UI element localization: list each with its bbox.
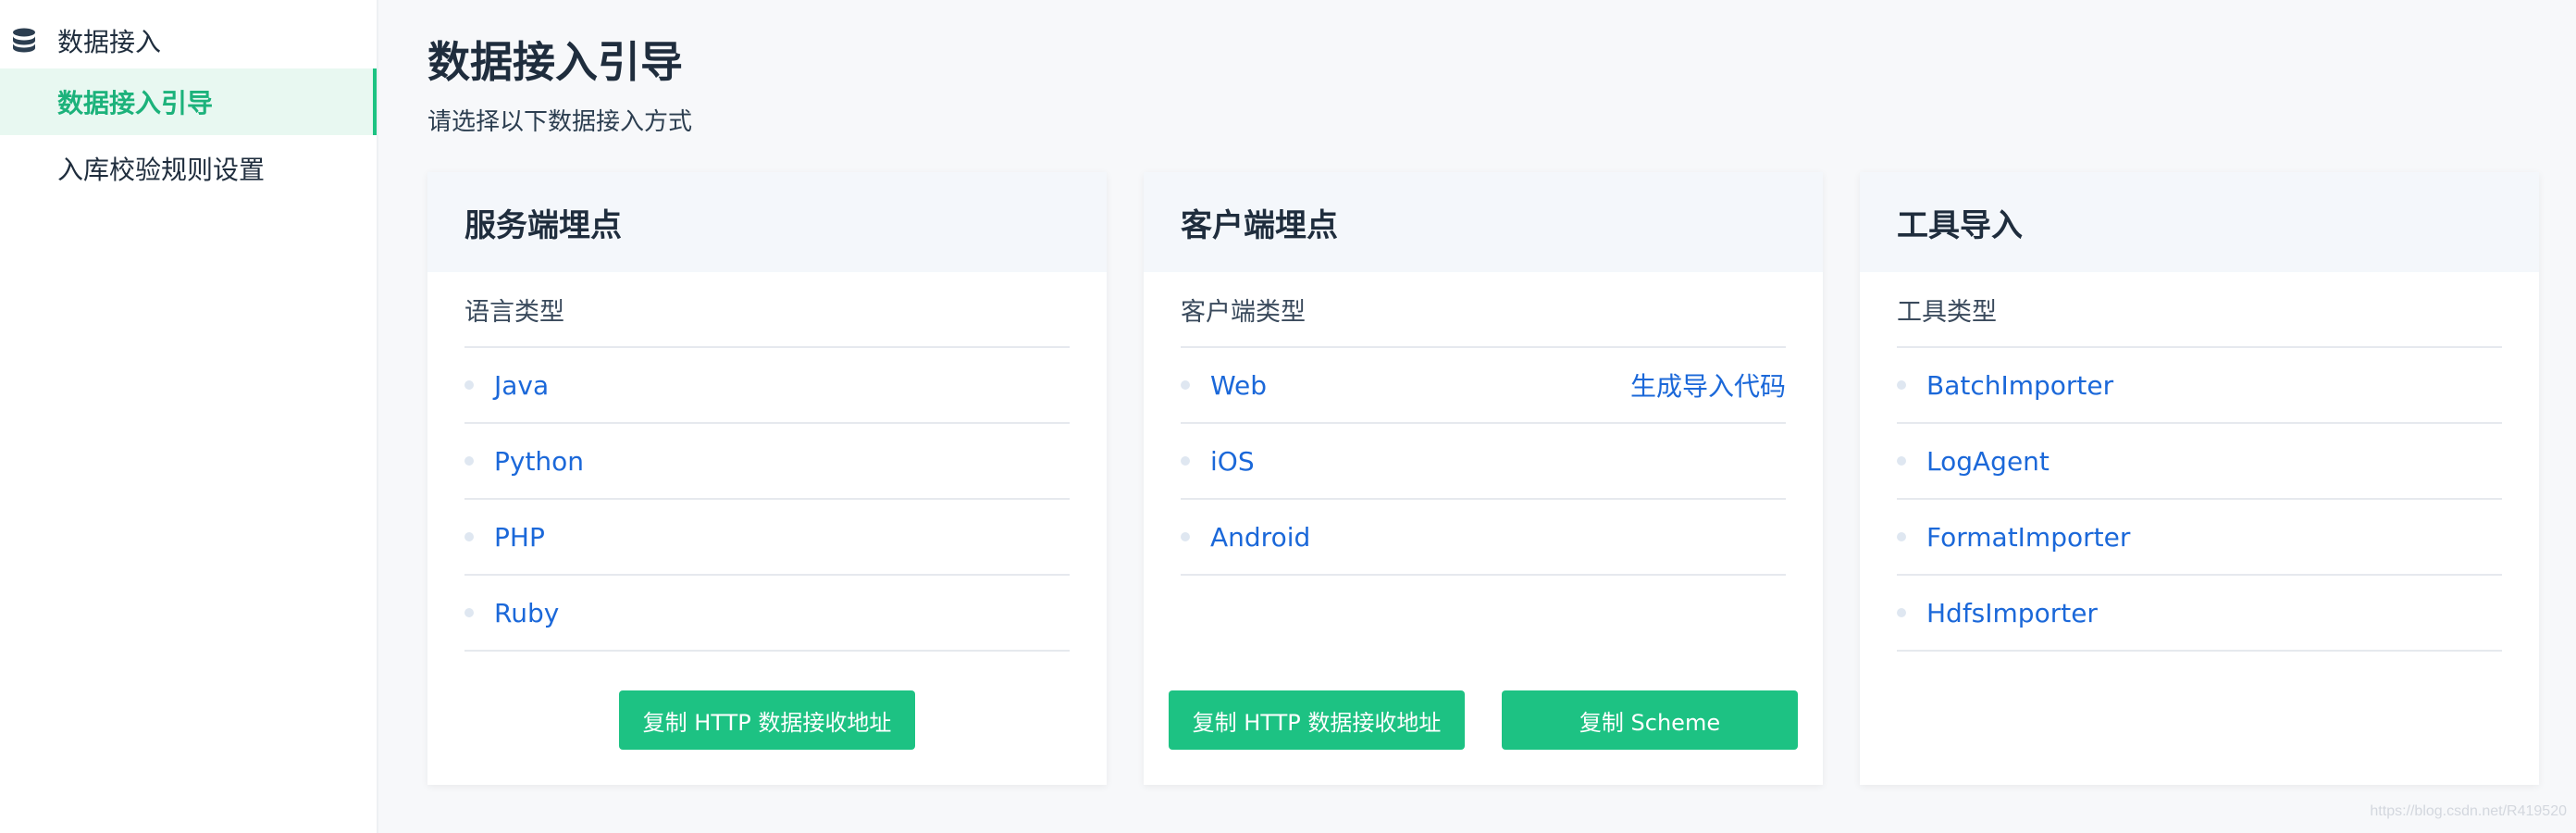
list-item: Ruby	[464, 576, 1070, 652]
card-client-side: 客户端埋点 客户端类型 Web 生成导入代码 iOS Android 复制 HT…	[1144, 172, 1823, 785]
bullet-dot-icon	[1897, 456, 1906, 466]
sidebar: 数据接入 数据接入引导 入库校验规则设置	[0, 0, 378, 833]
copy-scheme-button[interactable]: 复制 Scheme	[1502, 690, 1798, 750]
link-ios[interactable]: iOS	[1210, 446, 1255, 477]
link-python[interactable]: Python	[494, 446, 584, 477]
bullet-dot-icon	[1181, 532, 1190, 541]
link-batchimporter[interactable]: BatchImporter	[1926, 370, 2113, 401]
link-android[interactable]: Android	[1210, 522, 1310, 553]
sidebar-group-data-ingest[interactable]: 数据接入	[0, 13, 377, 68]
link-web[interactable]: Web	[1210, 370, 1267, 401]
bullet-dot-icon	[1897, 608, 1906, 617]
sidebar-item-label: 数据接入引导	[57, 88, 214, 118]
page-subtitle: 请选择以下数据接入方式	[427, 108, 693, 136]
ingest-cards: 服务端埋点 语言类型 Java Python PHP Ruby 复制 HTTP …	[427, 172, 2576, 785]
list-item: FormatImporter	[1897, 500, 2502, 576]
database-icon	[9, 26, 39, 56]
card-title: 工具导入	[1860, 172, 2539, 272]
list-header: 客户端类型	[1181, 272, 1786, 348]
card-title: 客户端埋点	[1144, 172, 1823, 272]
link-java[interactable]: Java	[494, 370, 549, 401]
sidebar-item-ingest-guide[interactable]: 数据接入引导	[0, 68, 377, 135]
list-item: Java	[464, 348, 1070, 424]
bullet-dot-icon	[1897, 380, 1906, 390]
list-item: iOS	[1181, 424, 1786, 500]
card-title: 服务端埋点	[427, 172, 1107, 272]
list-item: PHP	[464, 500, 1070, 576]
list-item: Web 生成导入代码	[1181, 348, 1786, 424]
page-title: 数据接入引导	[427, 37, 683, 87]
link-logagent[interactable]: LogAgent	[1926, 446, 2050, 477]
list-header: 语言类型	[464, 272, 1070, 348]
link-formatimporter[interactable]: FormatImporter	[1926, 522, 2130, 553]
sidebar-item-validation-rules[interactable]: 入库校验规则设置	[0, 135, 377, 202]
bullet-dot-icon	[464, 380, 474, 390]
card-body: 语言类型 Java Python PHP Ruby	[427, 272, 1107, 652]
main-content: 数据接入引导 请选择以下数据接入方式 服务端埋点 语言类型 Java Pytho…	[378, 0, 2576, 833]
sidebar-group-label: 数据接入	[57, 27, 162, 57]
card-tool-import: 工具导入 工具类型 BatchImporter LogAgent FormatI…	[1860, 172, 2539, 785]
bullet-dot-icon	[1181, 380, 1190, 390]
card-body: 客户端类型 Web 生成导入代码 iOS Android	[1144, 272, 1823, 576]
bullet-dot-icon	[1897, 532, 1906, 541]
copy-http-address-button[interactable]: 复制 HTTP 数据接收地址	[619, 690, 915, 750]
sidebar-item-label: 入库校验规则设置	[57, 155, 266, 185]
card-footer: 复制 HTTP 数据接收地址 复制 Scheme	[1144, 690, 1823, 750]
list-header: 工具类型	[1897, 272, 2502, 348]
card-body: 工具类型 BatchImporter LogAgent FormatImport…	[1860, 272, 2539, 652]
watermark: https://blog.csdn.net/R419520	[2370, 803, 2567, 819]
card-footer: 复制 HTTP 数据接收地址	[427, 690, 1107, 750]
app-root: 数据接入 数据接入引导 入库校验规则设置 数据接入引导 请选择以下数据接入方式 …	[0, 0, 2576, 833]
list-item: HdfsImporter	[1897, 576, 2502, 652]
list-item: BatchImporter	[1897, 348, 2502, 424]
link-php[interactable]: PHP	[494, 522, 545, 553]
bullet-dot-icon	[464, 532, 474, 541]
list-item: Python	[464, 424, 1070, 500]
copy-http-address-button[interactable]: 复制 HTTP 数据接收地址	[1169, 690, 1465, 750]
list-item: LogAgent	[1897, 424, 2502, 500]
list-item: Android	[1181, 500, 1786, 576]
generate-import-code-link[interactable]: 生成导入代码	[1630, 367, 1786, 404]
bullet-dot-icon	[1181, 456, 1190, 466]
bullet-dot-icon	[464, 456, 474, 466]
link-ruby[interactable]: Ruby	[494, 598, 559, 628]
link-hdfsimporter[interactable]: HdfsImporter	[1926, 598, 2098, 628]
bullet-dot-icon	[464, 608, 474, 617]
card-server-side: 服务端埋点 语言类型 Java Python PHP Ruby 复制 HTTP …	[427, 172, 1107, 785]
